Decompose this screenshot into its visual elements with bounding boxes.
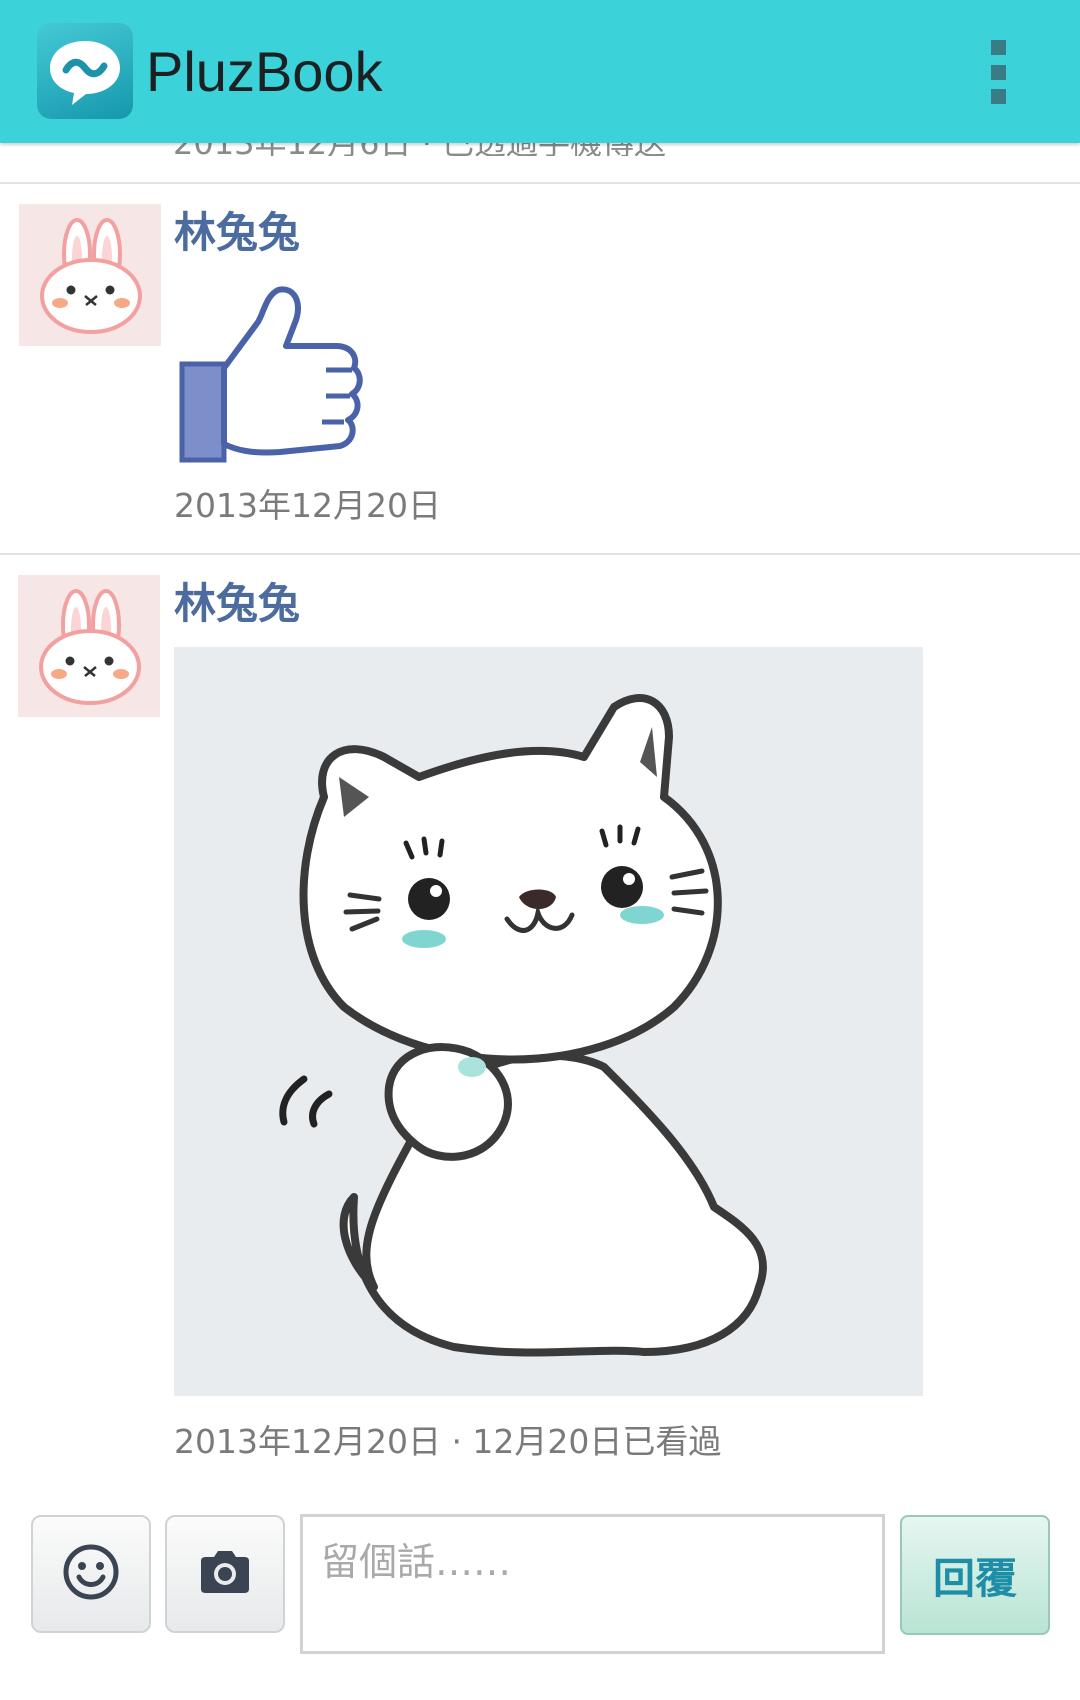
app-title: PluzBook — [146, 40, 383, 103]
app-header: PluzBook — [0, 0, 1080, 143]
thumbs-up-icon — [176, 282, 366, 466]
camera-icon — [197, 1549, 253, 1599]
bunny-avatar-icon[interactable] — [19, 204, 161, 346]
camera-button[interactable] — [165, 1515, 285, 1633]
post-timestamp: 2013年12月20日 — [174, 486, 441, 525]
comment-input[interactable] — [300, 1514, 885, 1654]
chat-bubble-logo-icon — [37, 23, 133, 119]
overflow-menu-icon[interactable] — [976, 36, 1020, 108]
divider — [0, 182, 1080, 184]
author-name[interactable]: 林兔兔 — [174, 207, 300, 259]
divider — [0, 553, 1080, 555]
post-timestamp: 2013年12月20日 · 12月20日已看過 — [174, 1422, 722, 1461]
bunny-avatar-icon[interactable] — [18, 575, 160, 717]
white-cat-sticker[interactable] — [174, 647, 923, 1396]
app-screen: PluzBook 2013年12月6日 · 已透過手機傳送 林兔兔 — [0, 0, 1080, 1700]
emoji-button[interactable] — [31, 1515, 151, 1633]
author-name[interactable]: 林兔兔 — [174, 578, 300, 630]
smiley-icon — [62, 1543, 120, 1605]
reply-button[interactable]: 回覆 — [900, 1515, 1050, 1635]
